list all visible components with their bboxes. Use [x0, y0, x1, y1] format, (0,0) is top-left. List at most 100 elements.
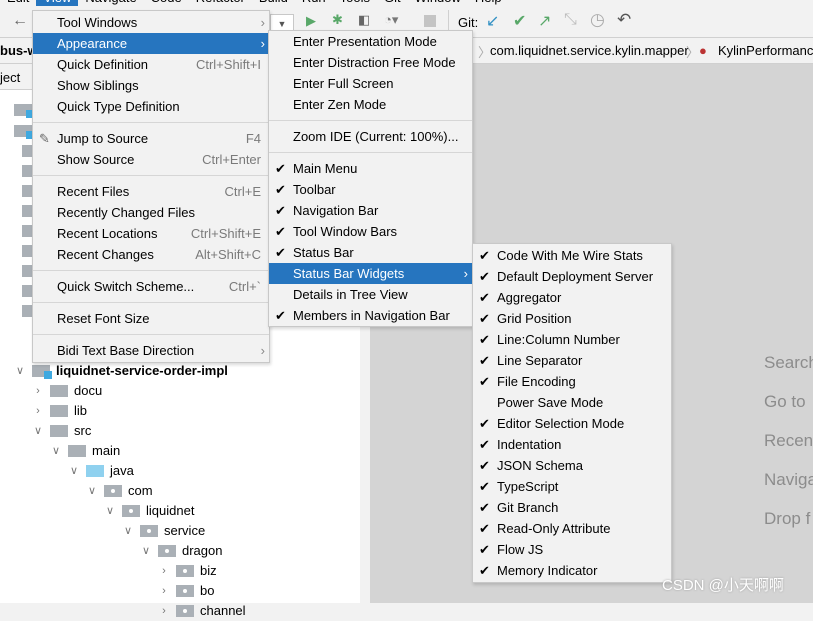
menu-item-label: JSON Schema: [497, 458, 583, 473]
menu-item-tool-window-bars[interactable]: ✔ Tool Window Bars: [269, 221, 472, 242]
tree-item[interactable]: ∨ com: [86, 481, 153, 501]
tree-item[interactable]: ∨ liquidnet-service-order-impl: [14, 361, 228, 381]
chevron-right-icon[interactable]: ›: [32, 381, 44, 401]
tree-item[interactable]: › docu: [32, 381, 102, 401]
menu-item-enter-zen-mode[interactable]: Enter Zen Mode: [269, 94, 472, 115]
back-icon[interactable]: ←: [12, 12, 28, 30]
chevron-down-icon[interactable]: ∨: [50, 441, 62, 461]
menu-item-line-column-number[interactable]: ✔ Line:Column Number: [473, 329, 671, 350]
debug-icon[interactable]: ✱: [332, 12, 343, 28]
git-merge-icon[interactable]: ⤡: [564, 11, 577, 29]
menu-item-quick-switch-scheme[interactable]: Quick Switch Scheme... Ctrl+`: [33, 276, 269, 297]
tree-item[interactable]: › bo: [158, 581, 214, 601]
menu-item-quick-definition[interactable]: Quick Definition Ctrl+Shift+I: [33, 54, 269, 75]
tree-item-label: bo: [200, 583, 215, 598]
checkmark-icon: ✔: [479, 437, 490, 452]
menu-item-read-only-attribute[interactable]: ✔ Read-Only Attribute: [473, 518, 671, 539]
menu-item-memory-indicator[interactable]: ✔ Memory Indicator: [473, 560, 671, 581]
menu-item-enter-presentation-mode[interactable]: Enter Presentation Mode: [269, 31, 472, 52]
menu-item-label: Appearance: [57, 36, 128, 51]
menu-item-enter-distraction-free-mode[interactable]: Enter Distraction Free Mode: [269, 52, 472, 73]
rollback-icon[interactable]: ↶: [617, 10, 631, 30]
menu-item-recent-changes[interactable]: Recent Changes Alt+Shift+C: [33, 244, 269, 265]
breadcrumb-file[interactable]: KylinPerformanc: [718, 43, 813, 58]
menu-item-show-source[interactable]: Show Source Ctrl+Enter: [33, 149, 269, 170]
tree-item[interactable]: › channel: [158, 601, 245, 621]
chevron-down-icon[interactable]: ∨: [104, 501, 116, 521]
tree-item[interactable]: ∨ liquidnet: [104, 501, 194, 521]
tree-item[interactable]: › biz: [158, 561, 216, 581]
menu-item-editor-selection-mode[interactable]: ✔ Editor Selection Mode: [473, 413, 671, 434]
menu-item-navigation-bar[interactable]: ✔ Navigation Bar: [269, 200, 472, 221]
breadcrumb-separator-icon: 〉: [686, 45, 700, 60]
menu-item-main-menu[interactable]: ✔ Main Menu: [269, 158, 472, 179]
menu-item-bidi-text-base-direction[interactable]: Bidi Text Base Direction ›: [33, 340, 269, 361]
menu-item-toolbar[interactable]: ✔ Toolbar: [269, 179, 472, 200]
menu-item-git-branch[interactable]: ✔ Git Branch: [473, 497, 671, 518]
checkmark-icon: ✔: [275, 203, 286, 218]
package-icon: [176, 605, 194, 617]
checkmark-icon: ✔: [479, 563, 490, 578]
menu-item-status-bar[interactable]: ✔ Status Bar: [269, 242, 472, 263]
menu-item-label: Bidi Text Base Direction: [57, 343, 195, 358]
menu-item-file-encoding[interactable]: ✔ File Encoding: [473, 371, 671, 392]
menu-item-grid-position[interactable]: ✔ Grid Position: [473, 308, 671, 329]
menu-item-code-with-me-wire-stats[interactable]: ✔ Code With Me Wire Stats: [473, 245, 671, 266]
menu-item-label: Navigation Bar: [293, 203, 379, 218]
git-commit-icon[interactable]: ✔: [513, 11, 526, 31]
menu-item-indentation[interactable]: ✔ Indentation: [473, 434, 671, 455]
coverage-icon[interactable]: ◧: [358, 12, 370, 28]
chevron-down-icon[interactable]: ∨: [32, 421, 44, 441]
menu-item-recently-changed-files[interactable]: Recently Changed Files: [33, 202, 269, 223]
menu-item-flow-js[interactable]: ✔ Flow JS: [473, 539, 671, 560]
menu-item-label: Details in Tree View: [293, 287, 408, 302]
menu-item-recent-files[interactable]: Recent Files Ctrl+E: [33, 181, 269, 202]
menu-item-members-in-navigation-bar[interactable]: ✔ Members in Navigation Bar: [269, 305, 472, 326]
chevron-down-icon[interactable]: ∨: [86, 481, 98, 501]
chevron-right-icon[interactable]: ›: [158, 581, 170, 601]
menu-item-default-deployment-server[interactable]: ✔ Default Deployment Server: [473, 266, 671, 287]
tree-item[interactable]: ∨ main: [50, 441, 120, 461]
menu-item-reset-font-size[interactable]: Reset Font Size: [33, 308, 269, 329]
menu-item-details-in-tree-view[interactable]: Details in Tree View: [269, 284, 472, 305]
menu-item-typescript[interactable]: ✔ TypeScript: [473, 476, 671, 497]
git-update-icon[interactable]: ↙: [486, 11, 499, 31]
project-panel-title[interactable]: ject: [0, 70, 20, 85]
tree-item[interactable]: › lib: [32, 401, 87, 421]
menu-item-show-siblings[interactable]: Show Siblings: [33, 75, 269, 96]
chevron-right-icon[interactable]: ›: [158, 601, 170, 621]
editor-tip: Drop f: [764, 509, 811, 528]
menu-item-enter-full-screen[interactable]: Enter Full Screen: [269, 73, 472, 94]
menu-item-label: Aggregator: [497, 290, 562, 305]
chevron-right-icon[interactable]: ›: [158, 561, 170, 581]
git-push-icon[interactable]: ↗: [538, 11, 551, 31]
menu-item-status-bar-widgets[interactable]: Status Bar Widgets ›: [269, 263, 472, 284]
menu-item-tool-windows[interactable]: Tool Windows ›: [33, 12, 269, 33]
menu-item-quick-type-definition[interactable]: Quick Type Definition: [33, 96, 269, 117]
menu-item-recent-locations[interactable]: Recent Locations Ctrl+Shift+E: [33, 223, 269, 244]
chevron-down-icon[interactable]: ∨: [14, 361, 26, 381]
menu-item-jump-to-source[interactable]: ✎ Jump to Source F4: [33, 128, 269, 149]
breadcrumb-package[interactable]: com.liquidnet.service.kylin.mapper: [490, 43, 689, 58]
chevron-down-icon[interactable]: ∨: [140, 541, 152, 561]
menu-separator: [33, 175, 269, 176]
tree-item[interactable]: ∨ src: [32, 421, 91, 441]
menu-item-label: Memory Indicator: [497, 563, 598, 578]
menu-item-line-separator[interactable]: ✔ Line Separator: [473, 350, 671, 371]
chevron-down-icon[interactable]: ∨: [68, 461, 80, 481]
stop-icon[interactable]: [424, 15, 436, 27]
chevron-down-icon[interactable]: ∨: [122, 521, 134, 541]
menu-item-power-save-mode[interactable]: Power Save Mode: [473, 392, 671, 413]
checkmark-icon: ✔: [479, 542, 490, 557]
tree-item[interactable]: ∨ service: [122, 521, 205, 541]
menu-item-appearance[interactable]: Appearance ›: [33, 33, 269, 54]
tree-item[interactable]: ∨ dragon: [140, 541, 223, 561]
menu-item-json-schema[interactable]: ✔ JSON Schema: [473, 455, 671, 476]
history-icon[interactable]: ◷: [590, 10, 605, 30]
menu-item-aggregator[interactable]: ✔ Aggregator: [473, 287, 671, 308]
menu-item-zoom-ide-current-100[interactable]: Zoom IDE (Current: 100%)...: [269, 126, 472, 147]
tree-item[interactable]: ∨ java: [68, 461, 134, 481]
profile-icon[interactable]: ◔▾: [384, 12, 398, 28]
chevron-right-icon[interactable]: ›: [32, 401, 44, 421]
run-icon[interactable]: ▶: [306, 13, 316, 29]
